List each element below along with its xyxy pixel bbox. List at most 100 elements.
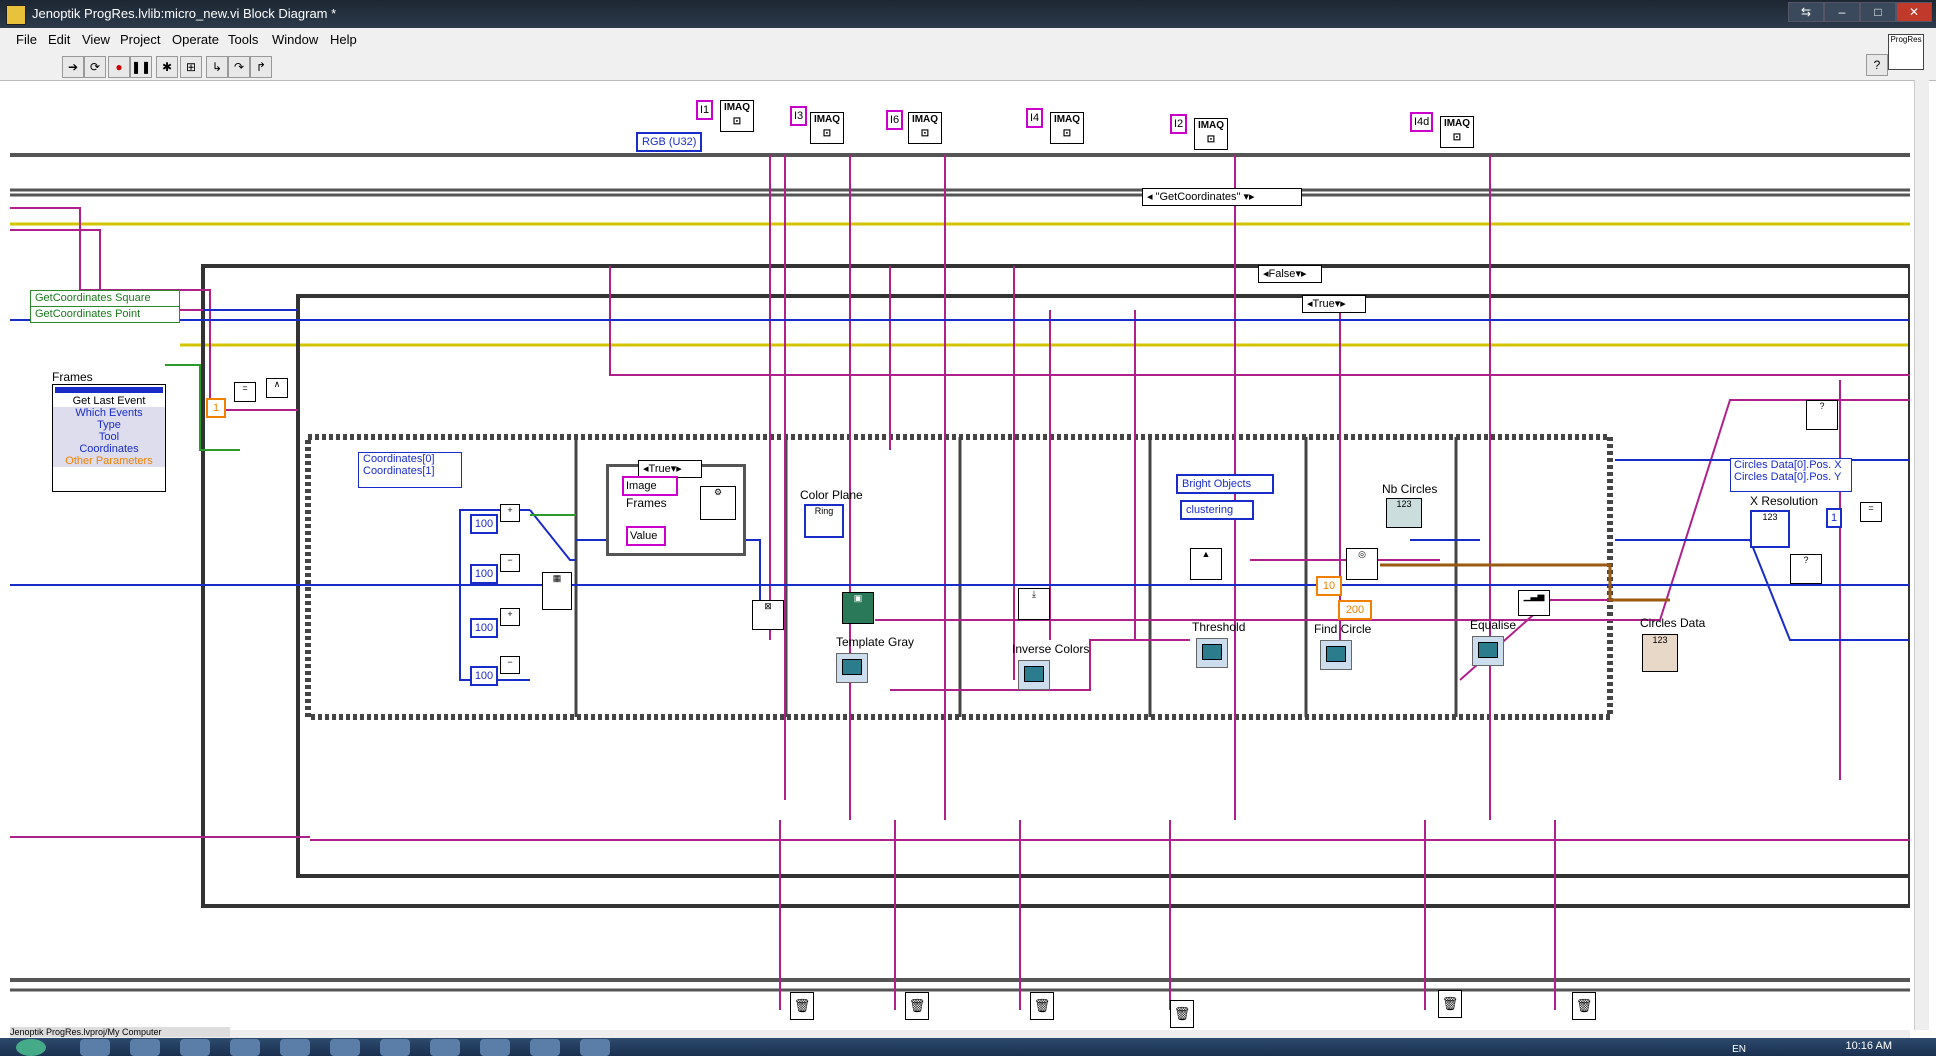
numeric-constant[interactable]: 1 — [206, 398, 226, 418]
x-resolution-control[interactable]: 123 — [1750, 510, 1790, 548]
numeric-constant-100[interactable]: 100 — [470, 514, 498, 534]
system-clock[interactable]: 10:16 AM — [1846, 1040, 1892, 1052]
event-item-tool[interactable]: Tool — [53, 431, 165, 443]
menu-project[interactable]: Project — [120, 32, 160, 47]
menu-help[interactable]: Help — [330, 32, 357, 47]
folder-icon[interactable] — [130, 1039, 160, 1056]
extract-color-plane-icon[interactable]: ▣ — [842, 592, 874, 624]
labview-taskbar-icon[interactable] — [530, 1039, 560, 1056]
threshold-mode-enum[interactable]: Bright Objects — [1176, 474, 1274, 494]
select-icon[interactable]: ? — [1806, 400, 1838, 430]
inverse-icon[interactable]: ⤓ — [1018, 588, 1050, 620]
subtract-icon[interactable]: − — [500, 656, 520, 674]
chrome-icon[interactable] — [280, 1039, 310, 1056]
app-taskbar-icon[interactable] — [580, 1039, 610, 1056]
event-item-other-parameters[interactable]: Other Parameters — [53, 455, 165, 467]
case-selector-getcoordinates[interactable]: ◂ "GetCoordinates" ▾▸ — [1142, 188, 1302, 206]
block-diagram[interactable]: I1 IMAQ ⊡ RGB (U32) I3 IMAQ ⊡ I6 IMAQ ⊡ I4 … — [10, 80, 1910, 1030]
imaq-dispose-icon[interactable]: 🗑 — [1030, 992, 1054, 1020]
find-circles-icon[interactable]: ◎ — [1346, 548, 1378, 580]
event-getcoordinates-square[interactable]: GetCoordinates Square — [30, 290, 180, 307]
add-icon[interactable]: + — [500, 608, 520, 626]
property-node-icon[interactable]: ⚙ — [700, 486, 736, 520]
threshold-display[interactable] — [1196, 638, 1228, 668]
run-continuously-icon[interactable]: ⟳ — [84, 56, 106, 78]
imaq-ref-i1[interactable]: I1 — [696, 100, 714, 120]
imaq-ref-i6[interactable]: I6 — [886, 110, 904, 130]
menu-operate[interactable]: Operate — [172, 32, 219, 47]
vertical-scrollbar[interactable] — [1914, 80, 1929, 1030]
imaq-extract-icon[interactable]: ⊠ — [752, 600, 784, 630]
imaq-ref-i4d[interactable]: I4d — [1410, 112, 1434, 132]
restore-icon[interactable]: ⇆ — [1788, 2, 1824, 22]
language-indicator[interactable]: EN — [1732, 1044, 1746, 1055]
event-item-coordinates[interactable]: Coordinates — [53, 443, 165, 455]
numeric-constant[interactable]: 1 — [1826, 508, 1842, 528]
coordinates-unbundle[interactable]: Coordinates[0] Coordinates[1] — [358, 452, 462, 488]
imaq-ref-i4[interactable]: I4 — [1026, 108, 1044, 128]
imaq-create-i4[interactable]: IMAQ ⊡ — [1050, 112, 1084, 144]
retain-wire-values-icon[interactable]: ⊞ — [180, 56, 202, 78]
event-getcoordinates-point[interactable]: GetCoordinates Point — [30, 306, 180, 323]
color-plane-ring[interactable]: Ring — [804, 504, 844, 538]
threshold-icon[interactable]: ▲ — [1190, 548, 1222, 580]
template-gray-display[interactable] — [836, 653, 868, 683]
close-button[interactable]: ✕ — [1896, 2, 1932, 22]
step-into-icon[interactable]: ↳ — [206, 56, 228, 78]
imaq-ref-i2[interactable]: I2 — [1170, 114, 1188, 134]
imaq-dispose-icon[interactable]: 🗑 — [905, 992, 929, 1020]
skype-icon[interactable] — [480, 1039, 510, 1056]
menu-file[interactable]: File — [16, 32, 37, 47]
menu-edit[interactable]: Edit — [48, 32, 70, 47]
step-out-icon[interactable]: ↱ — [250, 56, 272, 78]
horizontal-scrollbar[interactable] — [10, 1030, 1910, 1038]
vlc-icon[interactable] — [230, 1039, 260, 1056]
utorrent-icon[interactable] — [330, 1039, 360, 1056]
ie-icon[interactable] — [80, 1039, 110, 1056]
imaq-create-i4d[interactable]: IMAQ ⊡ — [1440, 116, 1474, 148]
value-property[interactable]: Value — [626, 526, 666, 546]
circles-data-indicator[interactable]: 123 — [1642, 634, 1678, 672]
imaq-dispose-icon[interactable]: 🗑 — [790, 992, 814, 1020]
and-icon[interactable]: ∧ — [266, 378, 288, 398]
event-item-get-last-event[interactable]: Get Last Event — [53, 395, 165, 407]
rgb-type-enum[interactable]: RGB (U32) — [636, 132, 703, 152]
menu-tools[interactable]: Tools — [228, 32, 258, 47]
vi-icon[interactable]: ProgRes — [1888, 34, 1924, 70]
circles-data-unbundle[interactable]: Circles Data[0].Pos. X Circles Data[0].P… — [1730, 458, 1852, 492]
minimize-button[interactable]: – — [1824, 2, 1860, 22]
threshold-method-enum[interactable]: clustering — [1180, 500, 1254, 520]
abort-icon[interactable]: ● — [108, 56, 130, 78]
find-circle-min-constant[interactable]: 10 — [1316, 576, 1342, 596]
equalise-display[interactable] — [1472, 636, 1504, 666]
imaq-dispose-icon[interactable]: 🗑 — [1170, 1000, 1194, 1028]
find-circle-display[interactable] — [1320, 640, 1352, 670]
imaq-dispose-icon[interactable]: 🗑 — [1572, 992, 1596, 1020]
imaq-ref-i3[interactable]: I3 — [790, 106, 808, 126]
event-item-which-events[interactable]: Which Events — [53, 407, 165, 419]
paint-icon[interactable] — [380, 1039, 410, 1056]
context-help-icon[interactable]: ? — [1866, 54, 1888, 76]
menu-view[interactable]: View — [82, 32, 110, 47]
imaq-create-i6[interactable]: IMAQ ⊡ — [908, 112, 942, 144]
subtract-icon[interactable]: − — [500, 554, 520, 572]
select-icon[interactable]: ? — [1790, 554, 1822, 584]
highlight-execution-icon[interactable]: ✱ — [156, 56, 178, 78]
nb-circles-indicator[interactable]: 123 — [1386, 498, 1422, 528]
event-item-type[interactable]: Type — [53, 419, 165, 431]
case-selector-false[interactable]: ◂False▾▸ — [1258, 265, 1322, 283]
imaq-create-i2[interactable]: IMAQ ⊡ — [1194, 118, 1228, 150]
equal-icon[interactable]: = — [234, 382, 256, 402]
numeric-constant-100[interactable]: 100 — [470, 564, 498, 584]
find-circle-max-constant[interactable]: 200 — [1338, 600, 1372, 620]
maximize-button[interactable]: □ — [1860, 2, 1896, 22]
imaq-create-i1[interactable]: IMAQ ⊡ — [720, 100, 754, 132]
case-selector-true[interactable]: ◂True▾▸ — [1302, 295, 1366, 313]
build-array-icon[interactable]: ▦ — [542, 572, 572, 610]
imaq-dispose-icon[interactable]: 🗑 — [1438, 990, 1462, 1018]
numeric-constant-100[interactable]: 100 — [470, 666, 498, 686]
media-player-icon[interactable] — [180, 1039, 210, 1056]
pause-icon[interactable]: ❚❚ — [130, 56, 152, 78]
inverse-colors-display[interactable] — [1018, 660, 1050, 690]
histogram-icon[interactable]: ▁▃▅ — [1518, 590, 1550, 616]
